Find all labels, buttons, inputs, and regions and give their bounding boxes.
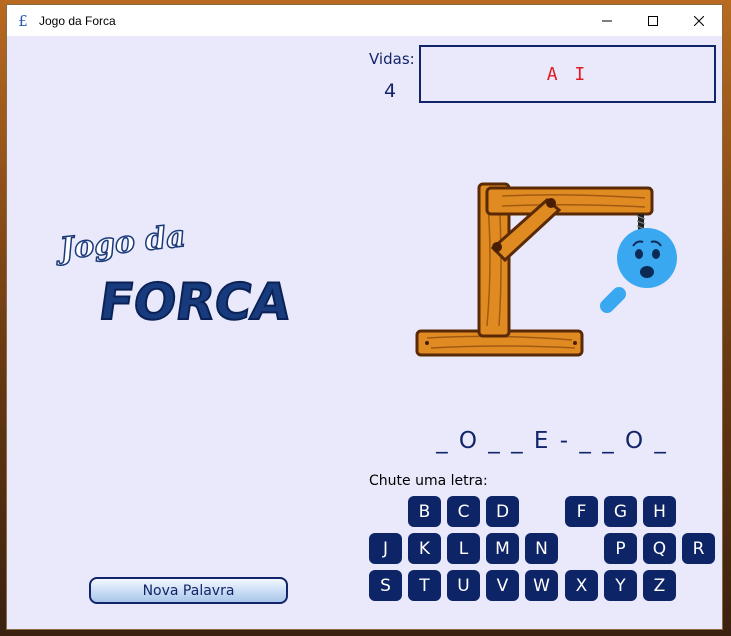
key-d[interactable]: D <box>486 496 519 527</box>
key-h[interactable]: H <box>643 496 676 527</box>
key-u[interactable]: U <box>447 570 480 601</box>
minimize-icon <box>602 20 612 21</box>
wrong-letters: A I <box>546 63 589 85</box>
key-l[interactable]: L <box>447 533 480 564</box>
app-icon: £ <box>18 11 28 30</box>
hidden-word: _ O _ _ E - _ _ O _ <box>436 428 668 454</box>
key-z[interactable]: Z <box>643 570 676 601</box>
key-b[interactable]: B <box>408 496 441 527</box>
worried-face-icon <box>600 228 677 313</box>
key-m[interactable]: M <box>486 533 519 564</box>
key-w[interactable]: W <box>525 570 558 601</box>
new-word-button[interactable]: Nova Palavra <box>89 577 288 604</box>
key-r[interactable]: R <box>682 533 715 564</box>
lives-label: Vidas: <box>369 50 415 68</box>
close-button[interactable] <box>676 5 722 36</box>
key-c[interactable]: C <box>447 496 480 527</box>
key-k[interactable]: K <box>408 533 441 564</box>
key-t[interactable]: T <box>408 570 441 601</box>
key-y[interactable]: Y <box>604 570 637 601</box>
key-f[interactable]: F <box>565 496 598 527</box>
guess-prompt: Chute uma letra: <box>369 473 488 489</box>
key-p[interactable]: P <box>604 533 637 564</box>
window-title: Jogo da Forca <box>39 13 116 28</box>
key-s[interactable]: S <box>369 570 402 601</box>
close-icon <box>694 15 704 26</box>
gallows-icon <box>415 182 654 357</box>
lives-count: 4 <box>384 80 397 102</box>
logo-line2: FORCA <box>96 272 295 331</box>
key-x[interactable]: X <box>565 570 598 601</box>
wrong-letters-box: A I <box>419 45 716 103</box>
title-bar: £ Jogo da Forca <box>7 5 722 36</box>
game-logo: Jogo da FORCA <box>53 221 295 331</box>
key-j[interactable]: J <box>369 533 402 564</box>
hangman-drawing <box>415 182 677 357</box>
minimize-button[interactable] <box>584 5 630 36</box>
app-window: £ Jogo da Forca Vidas: 4 A I Jogo da FOR… <box>6 4 723 630</box>
key-g[interactable]: G <box>604 496 637 527</box>
maximize-icon <box>648 15 658 26</box>
key-n[interactable]: N <box>525 533 558 564</box>
game-area: Vidas: 4 A I Jogo da FORCA _ O _ _ E - _… <box>7 36 722 631</box>
key-v[interactable]: V <box>486 570 519 601</box>
maximize-button[interactable] <box>630 5 676 36</box>
logo-line1: Jogo da <box>53 221 187 267</box>
window-controls <box>584 5 722 36</box>
key-q[interactable]: Q <box>643 533 676 564</box>
